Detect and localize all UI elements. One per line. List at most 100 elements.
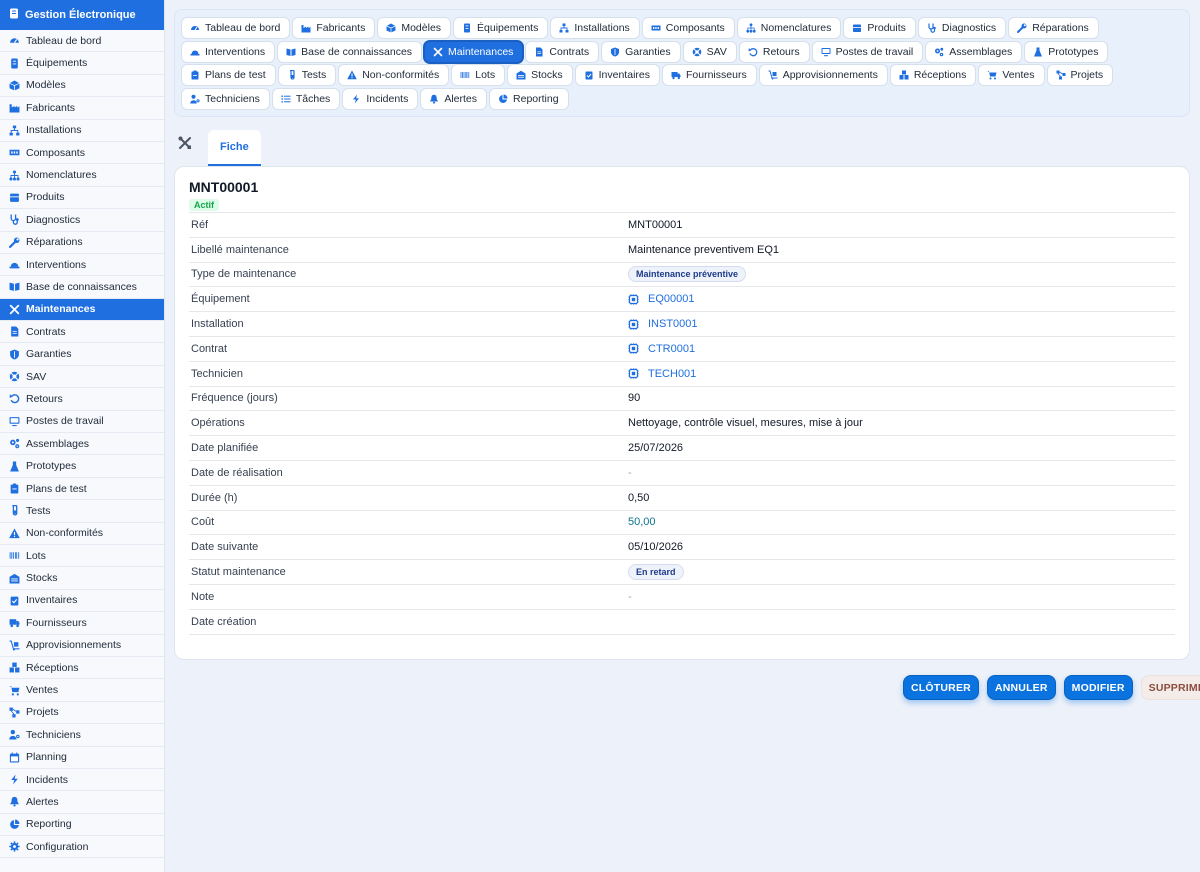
tab-garanties[interactable]: Garanties <box>601 40 681 63</box>
tab-fiche[interactable]: Fiche <box>208 130 261 166</box>
tab-techniciens[interactable]: Techniciens <box>181 87 270 110</box>
record-link[interactable]: TECH001 <box>648 368 696 380</box>
cancel-button[interactable]: ANNULER <box>986 675 1056 700</box>
tab-modeles[interactable]: Modèles <box>377 17 452 39</box>
field-value: Nettoyage, contrôle visuel, mesures, mis… <box>628 417 863 430</box>
tab-fournisseurs[interactable]: Fournisseurs <box>662 64 757 86</box>
tab-lots[interactable]: Lots <box>451 64 506 86</box>
tab-projets[interactable]: Projets <box>1046 64 1114 86</box>
sidebar-item-approvisionnements[interactable]: Approvisionnements <box>0 635 164 657</box>
close-button[interactable]: CLÔTURER <box>903 675 979 700</box>
record-link[interactable]: CTR0001 <box>648 343 695 355</box>
sidebar-item-equipements[interactable]: Équipements <box>0 52 164 75</box>
sidebar-item-maintenances[interactable]: Maintenances <box>0 298 164 322</box>
tab-alertes[interactable]: Alertes <box>420 87 488 110</box>
tab-non-conformites[interactable]: Non-conformités <box>338 64 450 86</box>
sidebar-item-reparations[interactable]: Réparations <box>0 232 164 254</box>
tab-equipements[interactable]: Équipements <box>453 17 549 39</box>
sidebar-item-interventions[interactable]: Interventions <box>0 254 164 277</box>
sidebar-item-non-conformites[interactable]: Non-conformités <box>0 523 164 545</box>
field-label: Note <box>191 590 215 603</box>
tab-label: Stocks <box>531 69 563 81</box>
sidebar-item-label: Approvisionnements <box>26 639 122 652</box>
sidebar-item-assemblages[interactable]: Assemblages <box>0 433 164 456</box>
tab-installations[interactable]: Installations <box>550 17 640 39</box>
sidebar-item-base-de-connaissances[interactable]: Base de connaissances <box>0 276 164 299</box>
tab-tableau-de-bord[interactable]: Tableau de bord <box>181 17 291 39</box>
record-card: MNT00001 Actif Réf MNT00001 Libellé mainte… <box>174 166 1190 660</box>
record-link[interactable]: EQ00001 <box>648 293 694 305</box>
sidebar-item-diagnostics[interactable]: Diagnostics <box>0 209 164 232</box>
lifering-icon <box>692 47 702 57</box>
sidebar-item-contrats[interactable]: Contrats <box>0 321 164 344</box>
tab-interventions[interactable]: Interventions <box>181 40 276 63</box>
tab-tests[interactable]: Tests <box>277 64 337 86</box>
tab-taches[interactable]: Tâches <box>271 87 341 110</box>
sidebar-item-sav[interactable]: SAV <box>0 366 164 389</box>
edit-button[interactable]: MODIFIER <box>1063 675 1133 700</box>
tab-reporting[interactable]: Reporting <box>489 87 569 110</box>
sidebar-item-reporting[interactable]: Reporting <box>0 814 164 837</box>
app-brand[interactable]: Gestion Électronique <box>0 0 164 30</box>
sidebar-item-stocks[interactable]: Stocks <box>0 567 164 590</box>
tab-prototypes[interactable]: Prototypes <box>1024 40 1109 63</box>
tab-incidents[interactable]: Incidents <box>342 87 419 110</box>
sidebar-item-planning[interactable]: Planning <box>0 747 164 769</box>
sidebar-item-techniciens[interactable]: Techniciens <box>0 724 164 747</box>
sidebar-item-ventes[interactable]: Ventes <box>0 679 164 702</box>
sidebar-item-retours[interactable]: Retours <box>0 388 164 411</box>
tab-stocks[interactable]: Stocks <box>507 64 573 86</box>
tab-label: Postes de travail <box>835 45 914 58</box>
sidebar-item-produits[interactable]: Produits <box>0 187 164 210</box>
tab-nomenclatures[interactable]: Nomenclatures <box>736 17 842 39</box>
sidebar-item-label: Assemblages <box>26 437 90 450</box>
tab-base-de-connaissances[interactable]: Base de connaissances <box>277 40 423 63</box>
sidebar-item-garanties[interactable]: Garanties <box>0 343 164 366</box>
tab-composants[interactable]: Composants <box>641 17 735 39</box>
field-label: Réf <box>191 218 209 231</box>
sidebar-item-composants[interactable]: Composants <box>0 142 164 165</box>
sidebar-item-fournisseurs[interactable]: Fournisseurs <box>0 612 164 635</box>
tab-contrats[interactable]: Contrats <box>525 40 600 63</box>
sidebar-item-configuration[interactable]: Configuration <box>0 836 164 859</box>
tab-diagnostics[interactable]: Diagnostics <box>917 17 1007 39</box>
barcode-icon <box>460 70 470 80</box>
sidebar-item-modeles[interactable]: Modèles <box>0 75 164 98</box>
tab-produits[interactable]: Produits <box>843 17 916 39</box>
sidebar-item-prototypes[interactable]: Prototypes <box>0 455 164 478</box>
sidebar-item-plans-de-test[interactable]: Plans de test <box>0 478 164 501</box>
tab-reparations[interactable]: Réparations <box>1008 17 1099 39</box>
sidebar-item-label: Stocks <box>26 572 58 585</box>
stethoscope-icon <box>927 23 937 33</box>
delete-button[interactable]: SUPPRIMER <box>1140 675 1200 700</box>
tab-assemblages[interactable]: Assemblages <box>925 40 1023 63</box>
tab-receptions[interactable]: Réceptions <box>889 64 977 86</box>
field-label: Opérations <box>191 417 245 430</box>
tab-sav[interactable]: SAV <box>682 40 737 63</box>
tab-inventaires[interactable]: Inventaires <box>574 64 660 86</box>
field-row: Date de réalisation - <box>189 461 1175 486</box>
sidebar-item-nomenclatures[interactable]: Nomenclatures <box>0 164 164 187</box>
sidebar-item-postes-de-travail[interactable]: Postes de travail <box>0 411 164 434</box>
sidebar-item-alertes[interactable]: Alertes <box>0 791 164 814</box>
sidebar-item-tableau-de-bord[interactable]: Tableau de bord <box>0 30 164 53</box>
server-icon <box>462 23 472 33</box>
sidebar-item-incidents[interactable]: Incidents <box>0 769 164 792</box>
sidebar-item-installations[interactable]: Installations <box>0 120 164 142</box>
tab-maintenances[interactable]: Maintenances <box>424 40 524 63</box>
tab-retours[interactable]: Retours <box>738 40 810 63</box>
record-link[interactable]: INST0001 <box>648 318 698 330</box>
sidebar-item-receptions[interactable]: Réceptions <box>0 657 164 680</box>
sidebar-item-lots[interactable]: Lots <box>0 545 164 568</box>
sidebar-item-tests[interactable]: Tests <box>0 500 164 523</box>
tab-postes-de-travail[interactable]: Postes de travail <box>811 40 924 63</box>
sidebar-item-label: Prototypes <box>26 460 77 473</box>
sidebar-item-projets[interactable]: Projets <box>0 702 164 725</box>
tab-ventes[interactable]: Ventes <box>978 64 1045 86</box>
tab-fabricants[interactable]: Fabricants <box>292 17 376 39</box>
sidebar-item-fabricants[interactable]: Fabricants <box>0 97 164 120</box>
sidebar-item-inventaires[interactable]: Inventaires <box>0 590 164 613</box>
sidebar-item-label: Incidents <box>26 773 69 786</box>
tab-plans-de-test[interactable]: Plans de test <box>181 64 276 86</box>
tab-approvisionnements[interactable]: Approvisionnements <box>758 64 888 86</box>
